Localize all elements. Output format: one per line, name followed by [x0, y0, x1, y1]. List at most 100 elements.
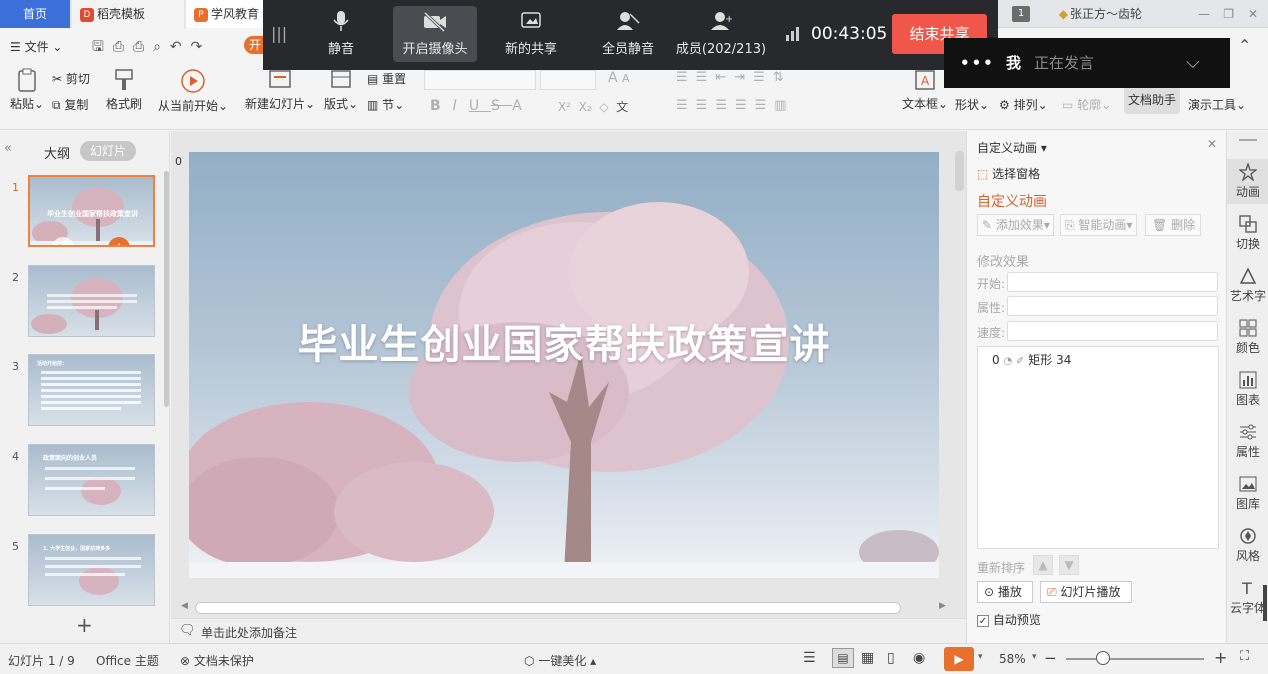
font-color-button[interactable]: A: [512, 98, 534, 114]
outdent-icon[interactable]: ⇤: [715, 70, 734, 85]
scroll-right-icon[interactable]: ▶: [939, 601, 946, 611]
rail-word-art[interactable]: 艺术字: [1227, 267, 1268, 304]
increase-font-button[interactable]: A: [608, 70, 618, 86]
underline-button[interactable]: U: [469, 98, 491, 114]
tab-home[interactable]: 首页: [0, 0, 70, 28]
speed-select[interactable]: [1007, 321, 1218, 341]
preview-icon[interactable]: ⌕: [153, 39, 161, 55]
sorter-view-icon[interactable]: ▦: [861, 650, 874, 666]
move-up-button[interactable]: ▲: [1033, 555, 1053, 575]
animation-list-item[interactable]: 0 ◔ ✐ 矩形 34: [992, 351, 1071, 368]
minimize-icon[interactable]: —: [1198, 0, 1210, 28]
notes-toggle-icon[interactable]: ☰: [803, 650, 816, 666]
doc-assistant-button[interactable]: 文档助手: [1124, 86, 1180, 114]
presenter-view-icon[interactable]: ◉: [913, 650, 925, 666]
mute-all-button[interactable]: 全员静音: [595, 6, 661, 62]
strike-button[interactable]: S: [491, 98, 512, 114]
indent-icon[interactable]: ⇥: [734, 70, 753, 85]
protection-status[interactable]: ⊗ 文档未保护: [180, 652, 254, 669]
delete-effect-button[interactable]: 🗑 删除: [1145, 214, 1201, 236]
move-down-button[interactable]: ▼: [1059, 555, 1079, 575]
zoom-dropdown-icon[interactable]: ▾: [1032, 652, 1037, 662]
tab-slides[interactable]: 幻灯片: [80, 141, 136, 161]
more-icon[interactable]: •••: [960, 38, 995, 88]
new-slide-button[interactable]: 新建幻灯片⌄: [245, 68, 315, 112]
align-center-icon[interactable]: ☰: [696, 98, 716, 113]
tab-template[interactable]: D 稻壳模板: [72, 0, 184, 28]
scroll-left-icon[interactable]: ◀: [181, 601, 188, 611]
columns-icon[interactable]: ▥: [774, 98, 794, 113]
rail-transition[interactable]: 切换: [1227, 215, 1268, 252]
new-share-button[interactable]: 新的共享: [499, 6, 563, 62]
play-slideshow-button[interactable]: ▶: [944, 647, 974, 671]
clear-format-icon[interactable]: ◇: [599, 100, 608, 114]
reading-view-icon[interactable]: ▯: [887, 650, 895, 666]
bold-button[interactable]: B: [430, 98, 453, 114]
superscript-button[interactable]: X²: [558, 100, 571, 114]
fit-window-icon[interactable]: ⛶: [1240, 649, 1249, 664]
italic-button[interactable]: I: [453, 98, 469, 114]
decrease-font-button[interactable]: A: [622, 72, 630, 85]
cut-button[interactable]: ✂ 剪切: [52, 70, 90, 87]
tab-document[interactable]: P 学风教育: [186, 0, 266, 28]
selection-pane-button[interactable]: ⬚ 选择窗格: [977, 165, 1040, 182]
text-box-button[interactable]: A 文本框⌄: [902, 68, 948, 112]
paste-button[interactable]: 粘贴⌄: [10, 68, 44, 112]
slide-thumbnail-4[interactable]: 政策面向的创业人员: [28, 444, 155, 516]
property-select[interactable]: [1007, 296, 1218, 316]
user-avatar-icon[interactable]: ◆: [1059, 0, 1068, 28]
slide-title[interactable]: 毕业生创业国家帮扶政策宣讲: [189, 312, 939, 370]
slideshow-button[interactable]: ⎚ 幻灯片播放: [1040, 581, 1132, 603]
camera-button[interactable]: 开启摄像头: [393, 6, 477, 62]
print-icon[interactable]: ⎙: [133, 39, 144, 55]
mute-button[interactable]: 静音: [313, 6, 369, 62]
rail-gallery[interactable]: 图库: [1227, 475, 1268, 512]
collapse-panel-icon[interactable]: «: [4, 141, 12, 156]
start-select[interactable]: [1007, 272, 1218, 292]
auto-preview-checkbox[interactable]: ✓ 自动预览: [977, 611, 1041, 628]
redo-icon[interactable]: ↷: [190, 39, 202, 55]
slide-thumbnail-3[interactable]: 活动开始前：: [28, 354, 155, 426]
slide-thumbnail-2[interactable]: [28, 265, 155, 337]
play-button[interactable]: ⊙ 播放: [977, 581, 1033, 603]
zoom-in-icon[interactable]: +: [1214, 648, 1227, 667]
save-icon[interactable]: 🖫: [92, 39, 104, 55]
layout-button[interactable]: 版式⌄: [324, 68, 358, 112]
zoom-slider-track[interactable]: [1066, 658, 1204, 660]
canvas-horizontal-scrollbar[interactable]: [195, 602, 901, 614]
canvas-vertical-scrollbar[interactable]: [955, 151, 964, 191]
bullet-list-icon[interactable]: ☰: [676, 70, 696, 85]
panel-close-icon[interactable]: ✕: [1207, 137, 1217, 151]
font-size-select[interactable]: [540, 70, 596, 90]
format-painter-button[interactable]: 格式刷: [106, 68, 142, 112]
user-name[interactable]: 张正方～齿轮: [1070, 0, 1190, 28]
rail-cloud-font[interactable]: T 云字体: [1227, 579, 1268, 616]
collapse-chevron-icon[interactable]: ⌵: [1186, 38, 1200, 88]
slide-thumbnail-1[interactable]: 毕业生创业国家帮扶政策宣讲 ▶ +: [28, 175, 155, 247]
subscript-button[interactable]: X₂: [579, 100, 592, 114]
distribute-icon[interactable]: ☰: [755, 98, 775, 113]
section-button[interactable]: ▥ 节⌄: [367, 96, 404, 113]
close-window-icon[interactable]: ✕: [1248, 0, 1258, 28]
rail-color[interactable]: 颜色: [1227, 319, 1268, 356]
beautify-button[interactable]: ⬡ 一键美化 ▴: [524, 652, 596, 669]
thumbnail-scrollbar[interactable]: [164, 171, 169, 407]
zoom-out-icon[interactable]: −: [1044, 649, 1057, 667]
ribbon-collapse-icon[interactable]: ⌃: [1238, 36, 1251, 55]
drag-handle-icon[interactable]: |||: [271, 24, 287, 43]
zoom-level[interactable]: 58%: [999, 652, 1026, 666]
rail-properties[interactable]: 属性: [1227, 423, 1268, 460]
tab-outline[interactable]: 大纲: [44, 143, 70, 162]
restore-icon[interactable]: ❐: [1223, 0, 1234, 28]
zoom-slider-thumb[interactable]: [1096, 651, 1110, 665]
slide-preview[interactable]: 毕业生创业国家帮扶政策宣讲: [189, 152, 939, 578]
justify-icon[interactable]: ☰: [735, 98, 755, 113]
text-direction-icon[interactable]: ⇅: [773, 70, 792, 85]
theme-name[interactable]: Office 主题: [96, 652, 159, 669]
rail-scrollbar[interactable]: [1263, 585, 1267, 621]
export-icon[interactable]: ⎙: [113, 39, 124, 55]
char-spacing-button[interactable]: 文: [616, 100, 628, 114]
align-right-icon[interactable]: ☰: [715, 98, 735, 113]
line-spacing-icon[interactable]: ☰: [753, 70, 773, 85]
notification-badge[interactable]: 1: [1012, 6, 1030, 22]
